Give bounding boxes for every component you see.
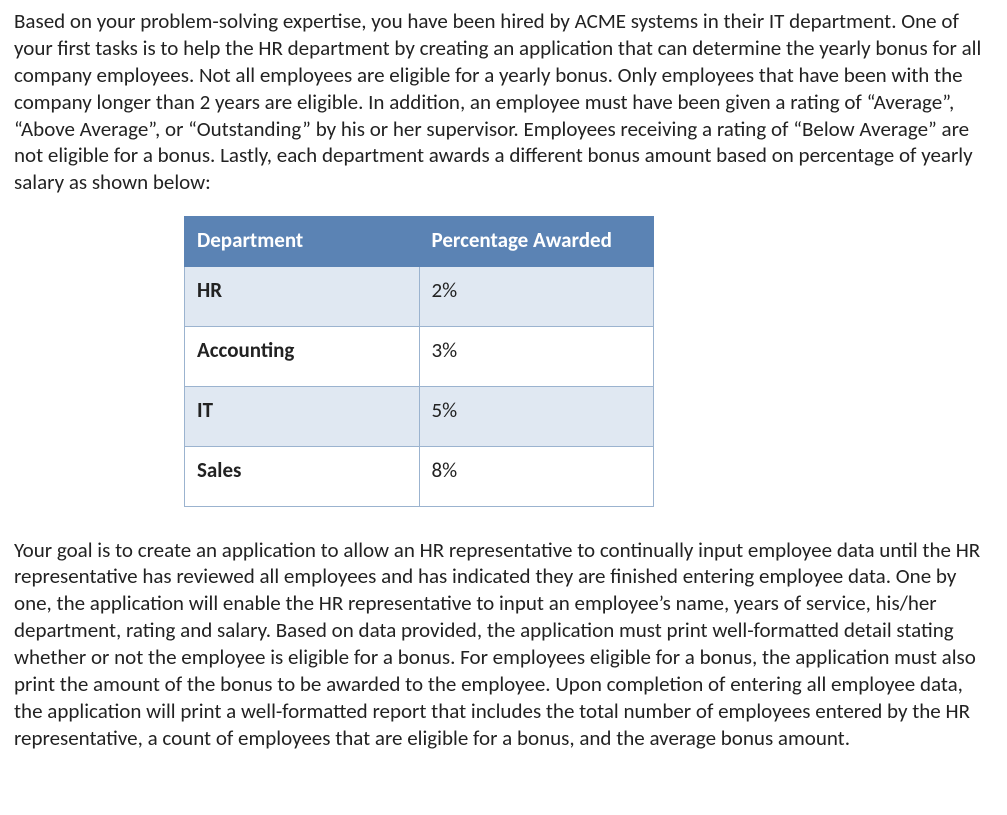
goal-paragraph: Your goal is to create an application to… [14,537,993,752]
col-header-department: Department [185,217,420,267]
cell-department: Accounting [185,326,420,386]
table-row: Sales 8% [185,446,654,506]
intro-paragraph: Based on your problem-solving expertise,… [14,8,993,196]
cell-department: Sales [185,446,420,506]
cell-department: IT [185,386,420,446]
table-row: HR 2% [185,267,654,327]
table-row: Accounting 3% [185,326,654,386]
table-row: IT 5% [185,386,654,446]
col-header-percentage: Percentage Awarded [419,217,654,267]
cell-percentage: 3% [419,326,654,386]
bonus-table: Department Percentage Awarded HR 2% Acco… [184,216,654,506]
cell-percentage: 5% [419,386,654,446]
table-header-row: Department Percentage Awarded [185,217,654,267]
bonus-table-wrapper: Department Percentage Awarded HR 2% Acco… [184,216,993,506]
cell-percentage: 8% [419,446,654,506]
cell-percentage: 2% [419,267,654,327]
cell-department: HR [185,267,420,327]
